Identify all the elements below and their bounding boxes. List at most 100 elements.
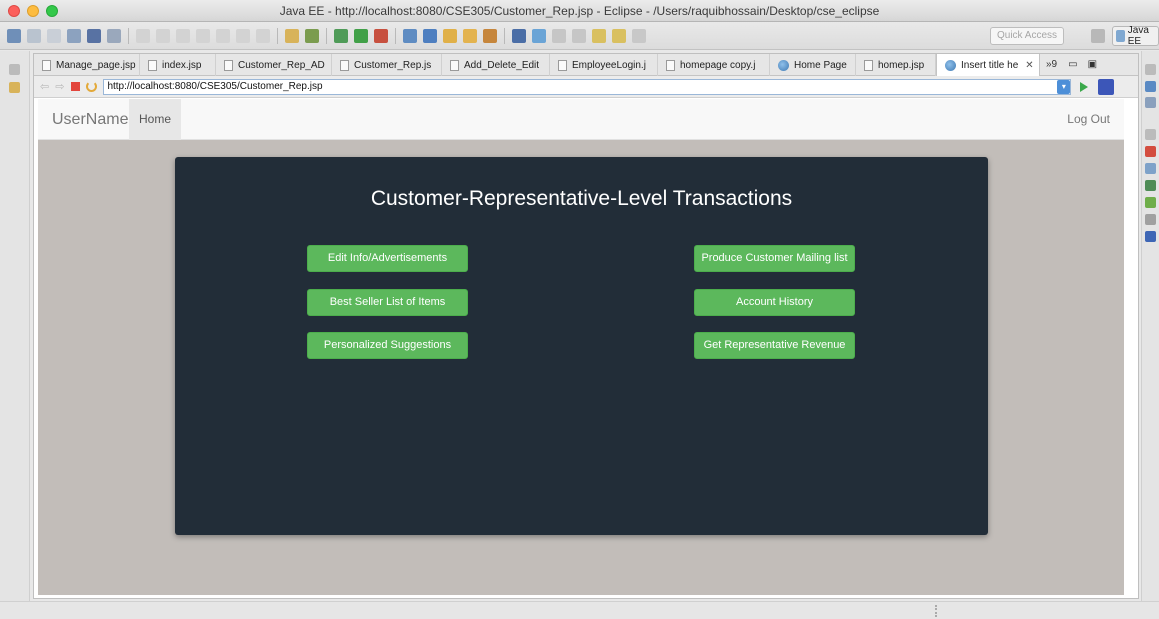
javaee-icon [1116, 30, 1125, 42]
edit-info-button[interactable]: Edit Info/Advertisements [307, 245, 468, 272]
window-controls [8, 5, 58, 17]
annotation-icon[interactable] [552, 28, 566, 43]
tab-insert-title[interactable]: Insert title he ✕ [936, 54, 1040, 76]
terminate-icon[interactable] [176, 28, 190, 43]
package-icon[interactable] [463, 28, 477, 43]
back-arrow-icon[interactable]: ⇦ [40, 80, 49, 93]
quick-access-input[interactable]: Quick Access [990, 27, 1064, 45]
step-into-icon[interactable] [196, 28, 210, 43]
tab-home-page[interactable]: Home Page [770, 54, 856, 76]
nav-logout-link[interactable]: Log Out [1067, 99, 1110, 140]
site-navbar: UserName Home Log Out [38, 99, 1124, 140]
terminal-icon[interactable] [67, 28, 81, 43]
tab-homepage-copy[interactable]: homepage copy.j [658, 54, 770, 76]
tab-customer-rep-ad[interactable]: Customer_Rep_AD [216, 54, 332, 76]
url-input[interactable]: http://localhost:8080/CSE305/Customer_Re… [103, 78, 1072, 95]
perspective-switcher: Java EE [1088, 25, 1159, 47]
account-history-button[interactable]: Account History [694, 289, 855, 316]
save-icon[interactable] [27, 28, 41, 43]
refresh-icon[interactable] [86, 81, 98, 92]
right-trim-bar [1141, 51, 1159, 601]
project-explorer-icon[interactable] [9, 82, 20, 93]
forward-icon[interactable] [612, 28, 626, 43]
data-source-icon[interactable] [1145, 197, 1156, 208]
representative-revenue-button[interactable]: Get Representative Revenue [694, 332, 855, 359]
search-icon[interactable] [532, 28, 546, 43]
new-web-icon[interactable] [423, 28, 437, 43]
perspective-label: Java EE [1127, 25, 1149, 47]
pin-icon[interactable] [632, 28, 646, 43]
file-icon [864, 59, 873, 71]
minimize-window-button[interactable] [27, 5, 39, 17]
restore-icon[interactable] [1145, 129, 1156, 140]
tab-index[interactable]: index.jsp [140, 54, 216, 76]
tab-overflow-menu[interactable]: »9 [1040, 54, 1063, 75]
next-annotation-icon[interactable] [572, 28, 586, 43]
tab-add-delete-edit[interactable]: Add_Delete_Edit [442, 54, 550, 76]
web-page: UserName Home Log Out Customer-Represent… [38, 99, 1124, 595]
snippets-icon[interactable] [1145, 214, 1156, 225]
console-icon[interactable] [1145, 231, 1156, 242]
personalized-suggestions-button[interactable]: Personalized Suggestions [307, 332, 468, 359]
edit-icon[interactable] [483, 28, 497, 43]
stop-icon[interactable] [71, 82, 81, 91]
status-grip[interactable] [935, 605, 937, 617]
mailing-list-button[interactable]: Produce Customer Mailing list [694, 245, 855, 272]
run-icon[interactable] [354, 28, 368, 43]
minimize-icon[interactable]: ▭ [1063, 54, 1082, 75]
new-server-icon[interactable] [403, 28, 417, 43]
best-seller-button[interactable]: Best Seller List of Items [307, 289, 468, 316]
url-dropdown-icon[interactable]: ▾ [1057, 79, 1071, 94]
forward-arrow-icon[interactable]: ⇨ [55, 80, 64, 93]
resume-icon[interactable] [136, 28, 150, 43]
tab-manage-page[interactable]: Manage_page.jsp [34, 54, 140, 76]
window-titlebar: Java EE - http://localhost:8080/CSE305/C… [0, 0, 1159, 22]
left-trim-bar [0, 51, 30, 601]
external-tools-icon[interactable] [374, 28, 388, 43]
open-perspective-icon[interactable] [1091, 29, 1105, 43]
save-all-icon[interactable] [47, 28, 61, 43]
open-folder-icon[interactable] [443, 28, 457, 43]
properties-icon[interactable] [1145, 163, 1156, 174]
tab-customer-rep-js[interactable]: Customer_Rep.js [332, 54, 442, 76]
back-icon[interactable] [592, 28, 606, 43]
restore-icon[interactable] [9, 64, 20, 75]
close-tab-icon[interactable]: ✕ [1025, 60, 1033, 71]
task-list-icon[interactable] [1145, 97, 1156, 108]
new-icon[interactable] [7, 28, 21, 43]
file-icon [148, 59, 157, 71]
tab-homep[interactable]: homep.jsp [856, 54, 936, 76]
browser-url-bar: ⇦ ⇨ http://localhost:8080/CSE305/Custome… [34, 76, 1138, 98]
transactions-panel: Customer-Representative-Level Transactio… [175, 157, 988, 535]
nav-home-link[interactable]: Home [129, 99, 181, 140]
go-icon[interactable] [1080, 81, 1089, 92]
file-icon [558, 59, 567, 71]
perspective-javaee-button[interactable]: Java EE [1112, 25, 1159, 47]
editor-area: Manage_page.jsp index.jsp Customer_Rep_A… [33, 53, 1139, 599]
debug-icon[interactable] [334, 28, 348, 43]
maximize-window-button[interactable] [46, 5, 58, 17]
step-return-icon[interactable] [236, 28, 250, 43]
maximize-icon[interactable]: ▣ [1083, 54, 1102, 75]
close-window-button[interactable] [8, 5, 20, 17]
drop-to-frame-icon[interactable] [256, 28, 270, 43]
step-over-icon[interactable] [216, 28, 230, 43]
globe-icon[interactable] [512, 28, 526, 43]
editor-tabs: Manage_page.jsp index.jsp Customer_Rep_A… [34, 54, 1138, 76]
file-icon [224, 59, 233, 71]
file-icon [340, 59, 349, 71]
open-external-icon[interactable] [1098, 78, 1115, 95]
skip-breakpoints-icon[interactable] [107, 28, 121, 43]
globe-icon [778, 59, 789, 71]
open-task-icon[interactable] [305, 28, 319, 43]
servers-icon[interactable] [1145, 180, 1156, 191]
markers-icon[interactable] [1145, 146, 1156, 157]
outline-icon[interactable] [1145, 81, 1156, 92]
navbar-brand[interactable]: UserName [52, 99, 128, 140]
restore-icon[interactable] [1145, 64, 1156, 75]
open-type-icon[interactable] [285, 28, 299, 43]
suspend-icon[interactable] [156, 28, 170, 43]
tab-employee-login[interactable]: EmployeeLogin.j [550, 54, 658, 76]
console-icon[interactable] [87, 28, 101, 43]
status-bar [0, 601, 1159, 619]
